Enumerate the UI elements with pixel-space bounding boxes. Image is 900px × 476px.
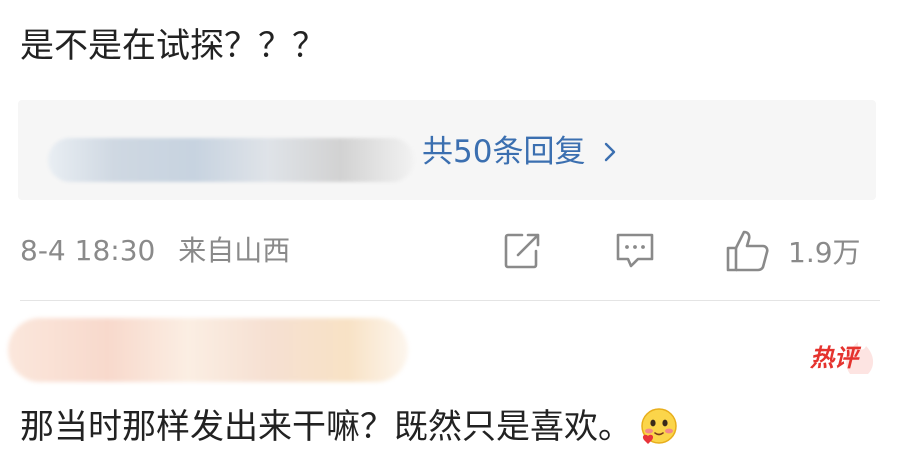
comment-text-2: 那当时那样发出来干嘛？既然只是喜欢。 bbox=[20, 402, 680, 452]
hot-comment-label: 热评 bbox=[810, 344, 858, 372]
view-replies-label: 共50条回复 bbox=[422, 134, 586, 170]
thumbs-up-icon bbox=[726, 230, 769, 272]
view-replies-link[interactable]: 共50条回复 bbox=[422, 128, 621, 176]
comment-location: 来自山西 bbox=[178, 234, 291, 267]
divider bbox=[20, 300, 880, 301]
chevron-right-icon bbox=[605, 142, 616, 162]
share-button[interactable] bbox=[500, 228, 544, 274]
blush-emoji-icon bbox=[641, 408, 677, 444]
hot-comment-badge: 热评 bbox=[810, 328, 880, 376]
like-button[interactable]: 1.9万 bbox=[724, 228, 861, 274]
comment-2-body: 那当时那样发出来干嘛？既然只是喜欢。 bbox=[20, 407, 632, 447]
share-icon bbox=[504, 233, 540, 269]
reply-button[interactable] bbox=[612, 228, 658, 274]
blurred-reply-usernames bbox=[48, 138, 414, 182]
comment-timestamp: 8-4 18:30 bbox=[20, 234, 156, 267]
comment-icon bbox=[616, 233, 654, 268]
blurred-commenter bbox=[8, 318, 408, 382]
comment-meta: 8-4 18:30 来自山西 bbox=[20, 228, 290, 274]
like-count: 1.9万 bbox=[788, 236, 861, 269]
comment-text: 是不是在试探？？？ bbox=[20, 26, 326, 66]
